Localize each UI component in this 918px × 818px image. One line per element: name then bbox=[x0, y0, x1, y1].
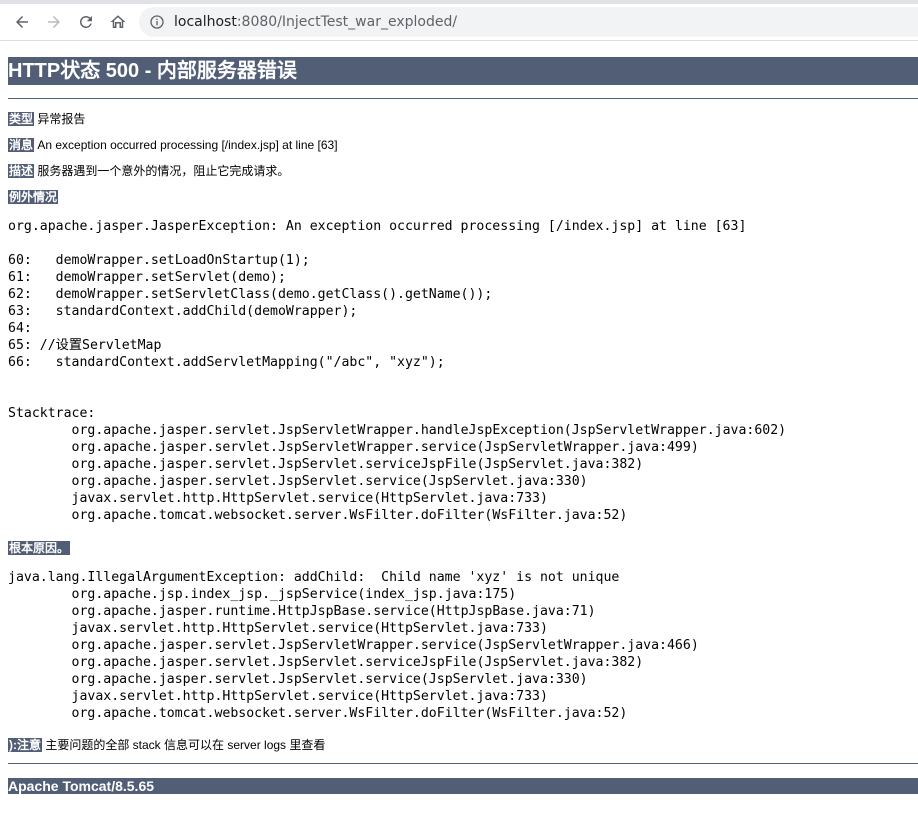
browser-toolbar: localhost:8080/InjectTest_war_exploded/ bbox=[0, 4, 918, 40]
reload-button[interactable] bbox=[72, 8, 100, 36]
exception-heading: 例外情况 bbox=[8, 188, 59, 205]
description-value: 服务器遇到一个意外的情况，阻止它完成请求。 bbox=[37, 164, 290, 178]
type-label: 类型 bbox=[8, 112, 35, 126]
footer-divider bbox=[8, 763, 918, 764]
type-row: 类型 异常报告 bbox=[8, 110, 85, 127]
exception-label: 例外情况 bbox=[8, 190, 59, 204]
info-icon[interactable] bbox=[149, 14, 165, 30]
description-label: 描述 bbox=[8, 164, 35, 178]
url-text[interactable]: localhost:8080/InjectTest_war_exploded/ bbox=[174, 14, 457, 30]
home-button[interactable] bbox=[104, 8, 132, 36]
address-bar[interactable]: localhost:8080/InjectTest_war_exploded/ bbox=[139, 7, 918, 37]
url-host: localhost bbox=[174, 14, 237, 30]
back-arrow-icon bbox=[16, 16, 28, 28]
message-label: 消息 bbox=[8, 138, 35, 152]
server-footer: Apache Tomcat/8.5.65 bbox=[8, 778, 918, 794]
note-row: ):注意 主要问题的全部 stack 信息可以在 server logs 里查看 bbox=[8, 736, 325, 753]
reload-icon bbox=[80, 15, 92, 28]
message-row: 消息 An exception occurred processing [/in… bbox=[8, 136, 338, 153]
root-cause-label: 根本原因。 bbox=[8, 541, 71, 555]
description-row: 描述 服务器遇到一个意外的情况，阻止它完成请求。 bbox=[8, 162, 289, 179]
url-path: :8080/InjectTest_war_exploded/ bbox=[236, 14, 458, 30]
root-cause-heading: 根本原因。 bbox=[8, 539, 71, 556]
home-icon bbox=[110, 15, 126, 28]
message-value: An exception occurred processing [/index… bbox=[37, 138, 338, 152]
back-button[interactable] bbox=[8, 8, 36, 36]
type-value: 异常报告 bbox=[37, 112, 86, 126]
browser-divider bbox=[0, 40, 918, 41]
forward-button[interactable] bbox=[40, 8, 68, 36]
note-value: 主要问题的全部 stack 信息可以在 server logs 里查看 bbox=[45, 738, 326, 752]
forward-arrow-icon bbox=[48, 16, 60, 28]
note-label: ):注意 bbox=[8, 738, 42, 752]
divider bbox=[8, 98, 918, 99]
error-page: HTTP状态 500 - 内部服务器错误 类型 异常报告 消息 An excep… bbox=[8, 57, 918, 794]
exception-stacktrace: org.apache.jasper.JasperException: An ex… bbox=[8, 219, 787, 523]
page-title: HTTP状态 500 - 内部服务器错误 bbox=[8, 57, 918, 85]
root-cause-stacktrace: java.lang.IllegalArgumentException: addC… bbox=[8, 570, 699, 721]
